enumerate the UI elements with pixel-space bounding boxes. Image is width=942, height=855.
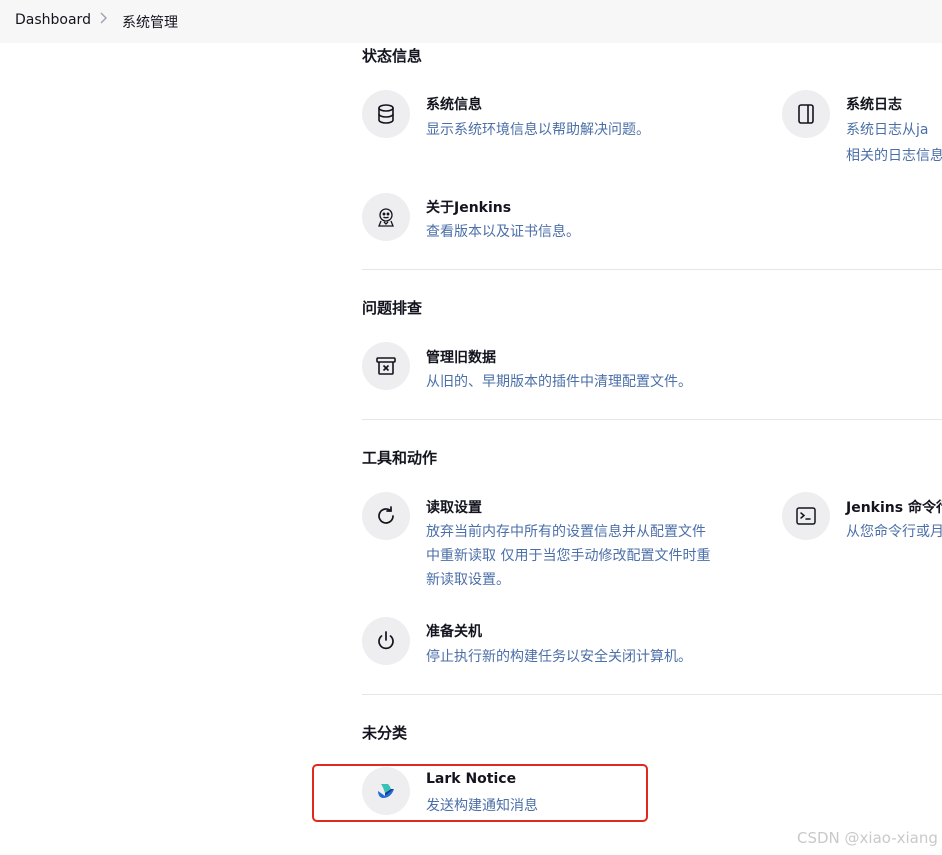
jenkins-cli-link[interactable]: Jenkins 命令行 <box>846 497 942 517</box>
reload-config-desc-line2: 中重新读取 仅用于当您手动修改配置文件时重 <box>426 548 711 564</box>
system-info-desc: 显示系统环境信息以帮助解决问题。 <box>426 122 650 138</box>
about-jenkins-link[interactable]: 关于Jenkins <box>426 197 511 217</box>
terminal-icon[interactable] <box>782 492 830 540</box>
watermark: CSDN @xiao-xiang <box>797 829 938 847</box>
system-info-link[interactable]: 系统信息 <box>426 94 482 114</box>
log-panel-icon[interactable] <box>782 90 830 138</box>
system-log-link[interactable]: 系统日志 <box>846 94 902 114</box>
section-divider <box>362 269 942 270</box>
section-title-status: 状态信息 <box>362 47 423 65</box>
system-log-desc-line2: 相关的日志信息 <box>846 148 942 164</box>
jenkins-cli-desc: 从您命令行或月 <box>846 524 942 540</box>
prepare-shutdown-desc: 停止执行新的构建任务以安全关闭计算机。 <box>426 649 692 665</box>
jenkins-butler-icon[interactable] <box>362 193 410 241</box>
manage-old-data-link[interactable]: 管理旧数据 <box>426 347 496 367</box>
breadcrumb-current[interactable]: 系统管理 <box>122 12 178 32</box>
prepare-shutdown-link[interactable]: 准备关机 <box>426 621 482 641</box>
reload-config-desc-line3: 新读取设置。 <box>426 572 510 588</box>
reload-config-link[interactable]: 读取设置 <box>426 497 482 517</box>
section-title-troubleshooting: 问题排查 <box>362 299 423 317</box>
breadcrumb-dashboard-link[interactable]: Dashboard <box>15 12 91 28</box>
manage-old-data-desc: 从旧的、早期版本的插件中清理配置文件。 <box>426 374 692 390</box>
section-title-uncategorized: 未分类 <box>362 724 408 742</box>
reload-icon[interactable] <box>362 492 410 540</box>
section-divider <box>362 419 942 420</box>
database-icon[interactable] <box>362 90 410 138</box>
section-title-tools: 工具和动作 <box>362 449 438 467</box>
about-jenkins-desc: 查看版本以及证书信息。 <box>426 224 580 240</box>
breadcrumb-chevron-icon <box>98 11 108 29</box>
reload-config-desc-line1: 放弃当前内存中所有的设置信息并从配置文件 <box>426 524 706 540</box>
archive-box-icon[interactable] <box>362 342 410 390</box>
section-divider <box>362 694 942 695</box>
power-icon[interactable] <box>362 617 410 665</box>
highlight-box <box>312 764 648 822</box>
breadcrumb-bar: Dashboard 系统管理 <box>0 0 942 43</box>
system-log-desc-line1: 系统日志从ja <box>846 122 929 138</box>
